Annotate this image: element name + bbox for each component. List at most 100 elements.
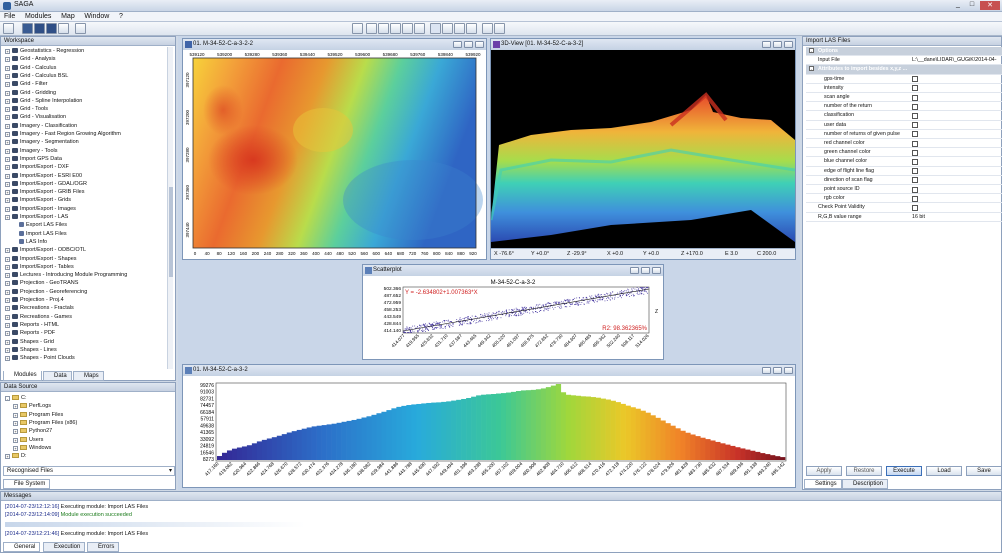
tree-item[interactable]: + Shapes - Lines [5,346,57,354]
expand-icon[interactable]: + [5,248,10,254]
expand-icon[interactable]: + [5,289,10,295]
expand-icon[interactable]: + [5,331,10,337]
expand-icon[interactable]: + [5,57,10,63]
property-checkbox[interactable] [912,94,918,101]
property-checkbox[interactable] [912,122,918,129]
expand-icon[interactable]: + [5,173,10,179]
view3d-title-bar[interactable]: 3D-View [01. M-34-52-C-a-3-2] [491,39,795,50]
histogram-minimize-button[interactable] [762,367,771,374]
tree-item[interactable]: + Shapes - Grid [5,338,54,346]
expand-icon[interactable]: + [5,123,10,129]
messages-toggle-icon[interactable] [46,23,57,34]
open-icon[interactable] [3,23,14,34]
expand-icon[interactable]: + [5,322,10,328]
property-checkbox[interactable] [912,140,918,147]
expand-icon[interactable]: + [13,404,18,410]
input-file-row[interactable]: Input File L:\__dane\LIDAR\_GUGiK\2014-04… [806,56,1002,72]
pan-tool-icon[interactable] [454,23,465,34]
expand-icon[interactable]: + [5,454,10,460]
tab-errors[interactable]: Errors [87,542,120,552]
tree-item[interactable]: + Grid - Tools [5,105,48,113]
property-checkbox[interactable] [912,186,918,193]
folder-item[interactable]: + Users [13,436,43,444]
check-point-validity-row[interactable]: Check Point Validity [806,203,1002,213]
property-checkbox[interactable] [912,85,918,92]
folder-item[interactable]: + D: [5,452,27,460]
tab-general[interactable]: General [3,542,41,552]
expand-icon[interactable]: + [5,140,10,146]
print-layout-icon[interactable] [494,23,505,34]
tree-item[interactable]: + Grid - Gridding [5,89,56,97]
view3d-close-button[interactable] [784,41,793,48]
attribute-row[interactable]: direction of scan flag [806,176,1002,185]
tree-item[interactable]: + Grid - Visualisation [5,113,66,121]
map-close-button[interactable] [475,41,484,48]
tree-item[interactable]: + Projection - Georeferencing [5,288,87,296]
tree-item[interactable]: + Reports - PDF [5,329,55,337]
zoom-selection-icon[interactable] [402,23,413,34]
zoom-back-icon[interactable] [366,23,377,34]
terrain-3d-view[interactable] [491,50,795,248]
info-icon[interactable] [58,23,69,34]
tree-item[interactable]: + Import/Export - GRIB Files [5,188,85,196]
menu-map[interactable]: Map [57,12,79,21]
attribute-row[interactable]: point source ID [806,185,1002,195]
expand-icon[interactable]: + [13,420,18,426]
tree-item[interactable]: + Shapes - Point Clouds [5,354,75,362]
tree-item[interactable]: LAS Info [19,238,47,246]
workspace-scrollbar[interactable] [167,47,173,369]
menu-window[interactable]: Window [80,12,113,21]
scatterplot-title-bar[interactable]: Scatterplot [363,265,663,276]
expand-icon[interactable]: + [5,165,10,171]
measure-icon[interactable] [466,23,477,34]
expand-icon[interactable]: + [5,206,10,212]
attribute-row[interactable]: gps-time [806,75,1002,84]
expand-icon[interactable]: + [5,356,10,362]
folder-item[interactable]: + Program Files [13,411,63,419]
tree-item[interactable]: + Import/Export - Grids [5,196,71,204]
workspace-toggle-icon[interactable] [22,23,33,34]
execute-button[interactable]: Execute [886,466,922,476]
scatter-minimize-button[interactable] [630,267,639,274]
expand-icon[interactable]: + [5,132,10,137]
tab-settings[interactable]: Settings [804,479,842,489]
tree-item[interactable]: + Projection - Proj.4 [5,296,64,304]
menu-help[interactable]: ? [115,12,127,21]
expand-icon[interactable]: + [5,73,10,79]
tree-item[interactable]: + Import/Export - ESRI E00 [5,172,82,180]
map-maximize-button[interactable] [464,41,473,48]
map-minimize-button[interactable] [453,41,462,48]
tree-item[interactable]: Import LAS Files [19,230,67,238]
property-checkbox[interactable] [912,168,918,175]
tree-item[interactable]: + Grid - Calculus BSL [5,72,68,80]
tree-item[interactable]: + Import/Export - GDAL/OGR [5,180,87,188]
expand-icon[interactable]: + [5,347,10,353]
3d-view-icon[interactable] [482,23,493,34]
synchronize-icon[interactable] [414,23,425,34]
tree-item[interactable]: + Geostatistics - Regression [5,47,84,55]
scatter-close-button[interactable] [652,267,661,274]
tab-maps[interactable]: Maps [73,371,104,381]
collapse-icon[interactable]: - [809,48,814,53]
folder-item[interactable]: + Windows [13,444,51,452]
expand-icon[interactable]: + [5,314,10,320]
expand-icon[interactable]: + [5,115,10,121]
expand-icon[interactable]: + [5,215,10,220]
tree-item[interactable]: Export LAS Files [19,221,67,229]
expand-icon[interactable]: + [5,49,10,54]
apply-button[interactable]: Apply [806,466,842,476]
attribute-row[interactable]: classification [806,111,1002,121]
save-button[interactable]: Save [966,466,1002,476]
tree-item[interactable]: + Imagery - Tools [5,147,58,155]
property-checkbox[interactable] [912,112,918,119]
attribute-row[interactable]: red channel color [806,139,1002,149]
property-checkbox[interactable] [912,177,918,184]
map-window-title-bar[interactable]: 01. M-34-52-C-a-3-2-2 [183,39,486,50]
expand-icon[interactable]: + [5,298,10,303]
histogram-chart[interactable]: 9927691003827317445766184579114963841365… [183,377,795,488]
tab-execution[interactable]: Execution [43,542,86,552]
rgb-range-row[interactable]: R,G,B value range 16 bit [806,213,1002,222]
expand-icon[interactable]: + [5,90,10,96]
histogram-maximize-button[interactable] [773,367,782,374]
help-icon[interactable] [75,23,86,34]
